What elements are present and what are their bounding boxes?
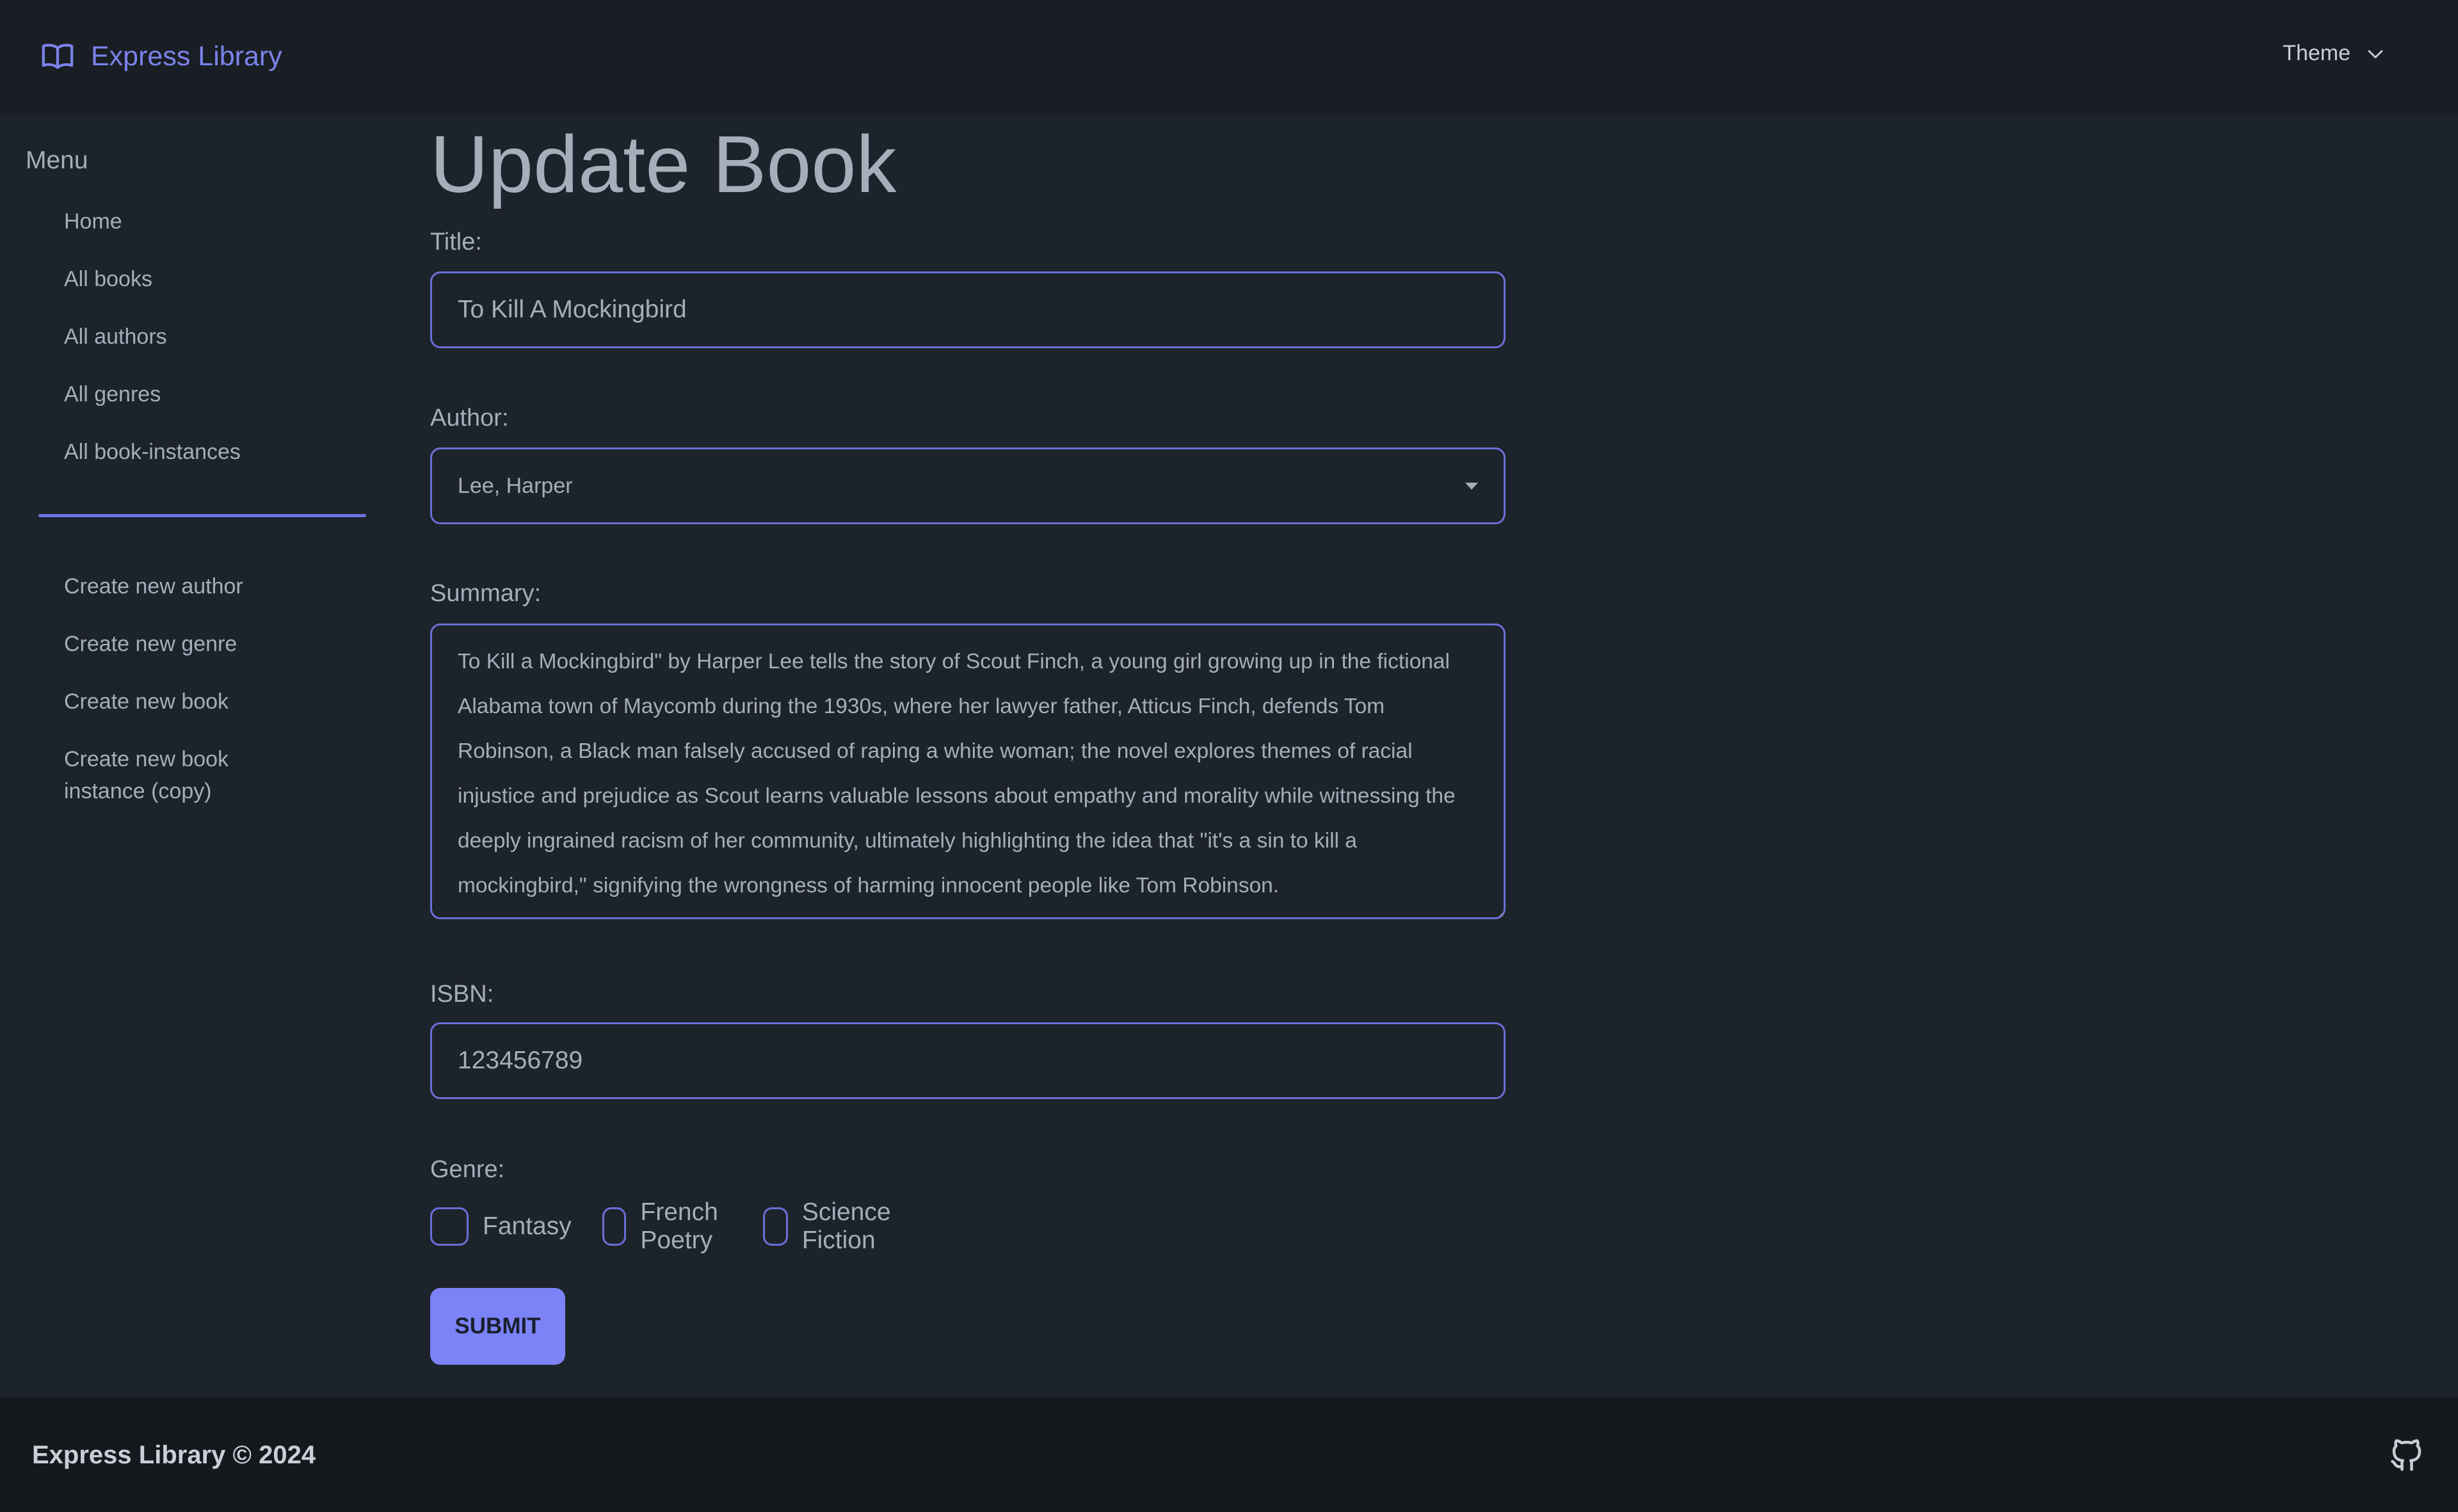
page-title: Update Book xyxy=(430,119,897,209)
french-poetry-label[interactable]: French Poetry xyxy=(640,1198,732,1255)
submit-button[interactable]: SUBMIT xyxy=(430,1288,565,1365)
french-poetry-checkbox[interactable] xyxy=(602,1207,627,1246)
chevron-down-icon xyxy=(2368,49,2383,58)
brand-link[interactable]: Express Library xyxy=(40,38,282,74)
sidebar-item-create-genre[interactable]: Create new genre xyxy=(64,628,237,660)
isbn-label: ISBN: xyxy=(430,981,494,1008)
isbn-input[interactable] xyxy=(430,1022,1506,1099)
sidebar-item-all-genres[interactable]: All genres xyxy=(64,378,161,410)
summary-textarea[interactable]: To Kill a Mockingbird" by Harper Lee tel… xyxy=(430,623,1506,919)
fantasy-label[interactable]: Fantasy xyxy=(483,1212,572,1241)
genre-option-science-fiction[interactable]: Science Fiction xyxy=(763,1198,904,1255)
sidebar-item-all-books[interactable]: All books xyxy=(64,263,152,295)
sidebar-item-all-book-instances[interactable]: All book-instances xyxy=(64,436,241,468)
science-fiction-label[interactable]: Science Fiction xyxy=(802,1198,904,1255)
fantasy-checkbox[interactable] xyxy=(430,1207,469,1246)
top-navbar: Express Library Theme xyxy=(0,0,2458,115)
sidebar-item-home[interactable]: Home xyxy=(64,205,122,237)
brand-label: Express Library xyxy=(91,40,282,72)
title-label: Title: xyxy=(430,229,482,255)
sidebar-divider xyxy=(38,514,366,517)
author-selected-value: Lee, Harper xyxy=(458,473,573,498)
theme-label: Theme xyxy=(2283,41,2350,65)
genre-checkbox-group: Fantasy French Poetry Science Fiction xyxy=(430,1198,935,1255)
github-icon[interactable] xyxy=(2388,1436,2426,1474)
genre-option-fantasy[interactable]: Fantasy xyxy=(430,1207,572,1246)
sidebar: Menu Home All books All authors All genr… xyxy=(0,115,384,1376)
author-label: Author: xyxy=(430,405,509,431)
theme-dropdown[interactable]: Theme xyxy=(2283,41,2386,66)
summary-label: Summary: xyxy=(430,580,542,607)
footer: Express Library © 2024 xyxy=(0,1397,2458,1512)
menu-title: Menu xyxy=(26,147,88,174)
sidebar-item-create-author[interactable]: Create new author xyxy=(64,570,243,602)
author-select[interactable]: Lee, Harper xyxy=(430,447,1506,524)
sidebar-item-all-authors[interactable]: All authors xyxy=(64,321,167,353)
sidebar-item-create-book[interactable]: Create new book xyxy=(64,686,229,718)
footer-copyright: Express Library © 2024 xyxy=(32,1441,316,1469)
open-book-icon xyxy=(42,44,74,69)
genre-option-french-poetry[interactable]: French Poetry xyxy=(602,1198,732,1255)
sidebar-item-create-book-instance[interactable]: Create new book instance (copy) xyxy=(64,743,314,807)
title-input[interactable] xyxy=(430,271,1506,348)
genre-label: Genre: xyxy=(430,1156,505,1183)
science-fiction-checkbox[interactable] xyxy=(763,1207,788,1246)
caret-down-icon xyxy=(1465,482,1478,490)
